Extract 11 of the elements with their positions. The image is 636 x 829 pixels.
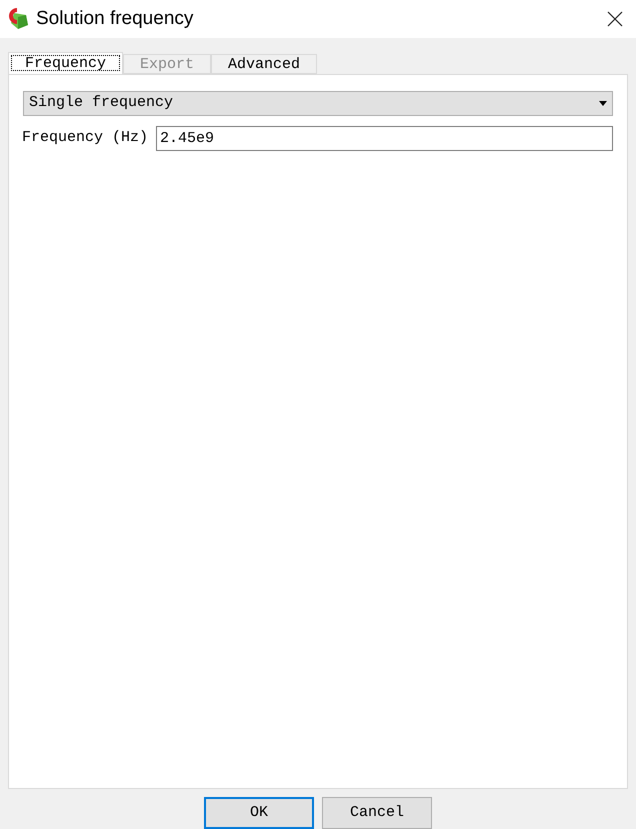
dropdown-caret-icon bbox=[599, 101, 607, 106]
dialog-button[interactable]: OK bbox=[204, 797, 314, 829]
app-logo-icon bbox=[6, 7, 30, 31]
frequency-input[interactable]: 2.45e9 bbox=[156, 126, 613, 151]
close-icon bbox=[607, 11, 623, 27]
mode-dropdown[interactable]: Single frequency bbox=[23, 91, 613, 116]
tab[interactable]: Frequency bbox=[8, 52, 124, 74]
dialog-button[interactable]: Cancel bbox=[322, 797, 432, 829]
frequency-label: Frequency (Hz) bbox=[22, 128, 148, 148]
window-title: Solution frequency bbox=[36, 6, 194, 31]
tab[interactable]: Advanced bbox=[211, 54, 318, 74]
